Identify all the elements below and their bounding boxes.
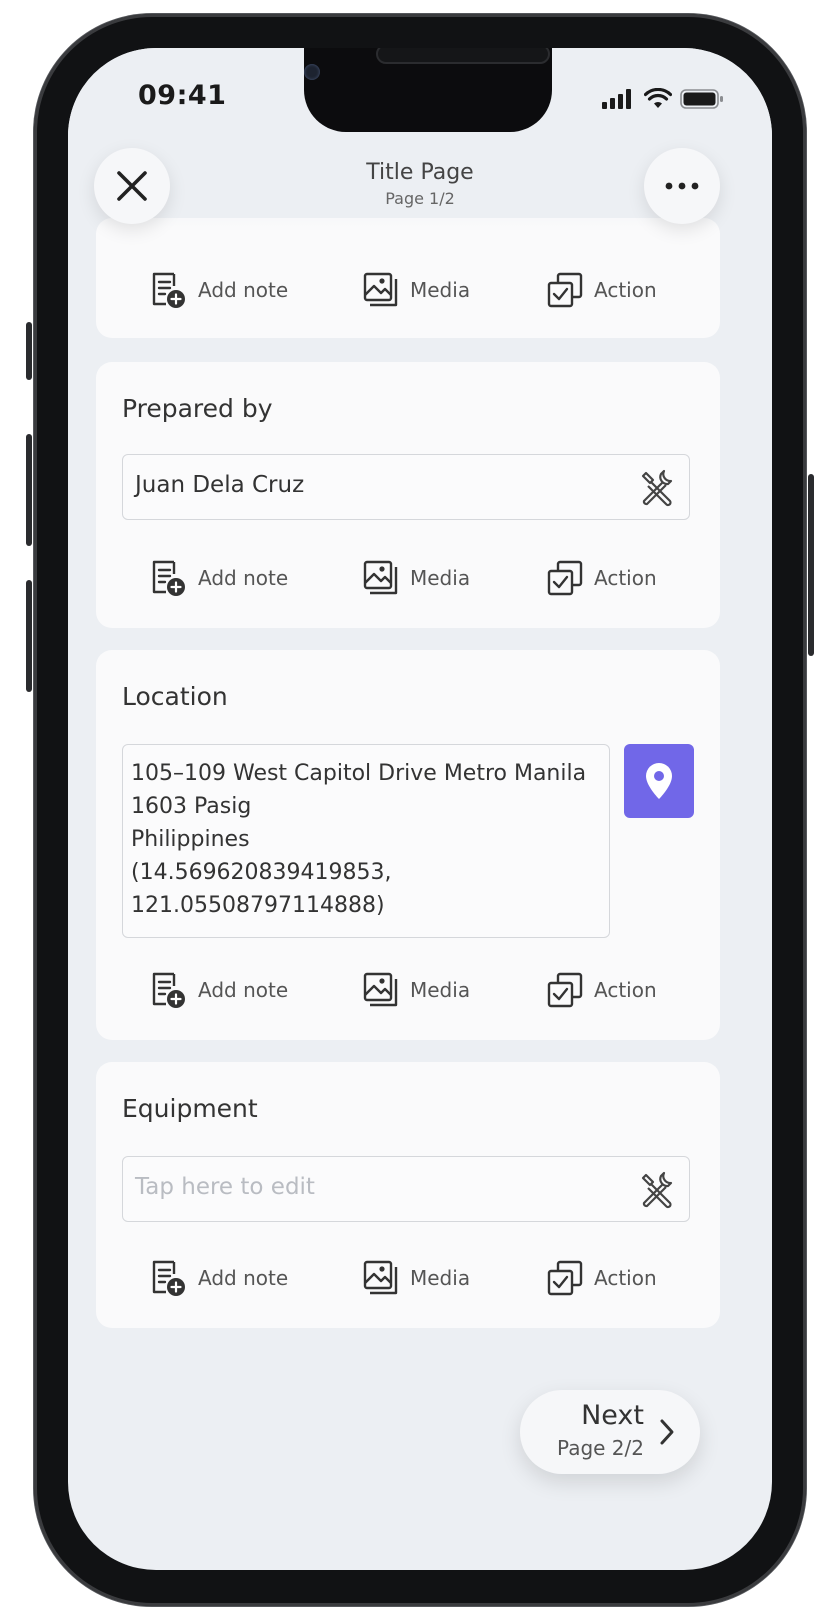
card-actions: Add note Media Action bbox=[96, 268, 720, 312]
wifi-icon bbox=[644, 88, 672, 108]
action-label: Action bbox=[594, 978, 657, 1002]
status-icons bbox=[602, 88, 724, 110]
app-screen: 09:41 Title Page Page 1/2 Add note Media… bbox=[68, 48, 772, 1570]
action-icon bbox=[547, 272, 583, 308]
card-previous: Add note Media Action bbox=[96, 218, 720, 338]
add-note-button[interactable]: Add note bbox=[148, 968, 288, 1012]
card-equipment: Equipment Tap here to edit Add note Medi… bbox=[96, 1062, 720, 1328]
add-note-label: Add note bbox=[198, 278, 289, 302]
equipment-placeholder: Tap here to edit bbox=[135, 1174, 315, 1200]
media-icon bbox=[363, 272, 398, 307]
equipment-label: Equipment bbox=[122, 1094, 258, 1123]
next-page-indicator: Page 2/2 bbox=[557, 1436, 644, 1460]
add-note-label: Add note bbox=[198, 978, 289, 1002]
phone-side-button bbox=[26, 322, 32, 380]
battery-icon bbox=[680, 89, 723, 109]
media-label: Media bbox=[410, 978, 471, 1002]
camera-icon bbox=[304, 64, 320, 80]
prepared-by-label: Prepared by bbox=[122, 394, 273, 423]
phone-side-button bbox=[26, 580, 32, 692]
card-actions: Add note Media Action bbox=[96, 1256, 720, 1300]
location-label: Location bbox=[122, 682, 228, 711]
media-icon bbox=[363, 560, 398, 595]
add-note-icon bbox=[152, 560, 185, 596]
add-note-icon bbox=[152, 272, 185, 308]
media-button[interactable]: Media bbox=[362, 556, 470, 600]
location-line: Philippines bbox=[131, 827, 250, 852]
media-button[interactable]: Media bbox=[362, 968, 470, 1012]
next-page-button[interactable]: Next Page 2/2 bbox=[520, 1390, 700, 1474]
location-line: 1603 Pasig bbox=[131, 794, 252, 819]
add-note-icon bbox=[152, 972, 185, 1008]
chevron-right-icon bbox=[660, 1419, 674, 1445]
media-icon bbox=[363, 972, 398, 1007]
add-note-label: Add note bbox=[198, 1266, 289, 1290]
card-location: Location 105–109 West Capitol Drive Metr… bbox=[96, 650, 720, 1040]
media-icon bbox=[363, 1260, 398, 1295]
phone-side-button bbox=[26, 434, 32, 546]
action-button[interactable]: Action bbox=[546, 968, 657, 1012]
map-pin-icon bbox=[646, 763, 672, 799]
add-note-button[interactable]: Add note bbox=[148, 268, 288, 312]
action-button[interactable]: Action bbox=[546, 556, 657, 600]
action-icon bbox=[547, 1260, 583, 1296]
action-icon bbox=[547, 560, 583, 596]
add-note-button[interactable]: Add note bbox=[148, 556, 288, 600]
phone-side-button bbox=[808, 474, 814, 656]
add-note-label: Add note bbox=[198, 566, 289, 590]
media-label: Media bbox=[410, 566, 471, 590]
action-button[interactable]: Action bbox=[546, 268, 657, 312]
next-label: Next bbox=[581, 1400, 644, 1431]
location-field[interactable]: 105–109 West Capitol Drive Metro Manila … bbox=[122, 744, 610, 938]
action-label: Action bbox=[594, 566, 657, 590]
card-prepared-by: Prepared by Juan Dela Cruz Add note Medi… bbox=[96, 362, 720, 628]
speaker bbox=[376, 48, 550, 64]
action-button[interactable]: Action bbox=[546, 1256, 657, 1300]
add-note-button[interactable]: Add note bbox=[148, 1256, 288, 1300]
add-note-icon bbox=[152, 1260, 185, 1296]
equipment-field[interactable]: Tap here to edit bbox=[122, 1156, 690, 1222]
media-button[interactable]: Media bbox=[362, 1256, 470, 1300]
action-label: Action bbox=[594, 1266, 657, 1290]
signal-icon bbox=[602, 89, 631, 109]
more-button[interactable] bbox=[644, 148, 720, 224]
prepared-by-value: Juan Dela Cruz bbox=[135, 472, 305, 498]
media-button[interactable]: Media bbox=[362, 268, 470, 312]
prepared-by-field[interactable]: Juan Dela Cruz bbox=[122, 454, 690, 520]
media-label: Media bbox=[410, 278, 471, 302]
media-label: Media bbox=[410, 1266, 471, 1290]
card-actions: Add note Media Action bbox=[96, 968, 720, 1012]
location-line: 105–109 West Capitol Drive Metro Manila bbox=[131, 761, 587, 786]
card-actions: Add note Media Action bbox=[96, 556, 720, 600]
more-icon bbox=[665, 182, 699, 190]
action-icon bbox=[547, 972, 583, 1008]
location-line: 121.05508797114888) bbox=[131, 893, 385, 918]
tools-icon[interactable] bbox=[637, 468, 677, 512]
location-line: (14.569620839419853, bbox=[131, 860, 392, 885]
location-pin-button[interactable] bbox=[624, 744, 694, 818]
tools-icon[interactable] bbox=[637, 1170, 677, 1214]
status-time: 09:41 bbox=[138, 80, 227, 111]
action-label: Action bbox=[594, 278, 657, 302]
